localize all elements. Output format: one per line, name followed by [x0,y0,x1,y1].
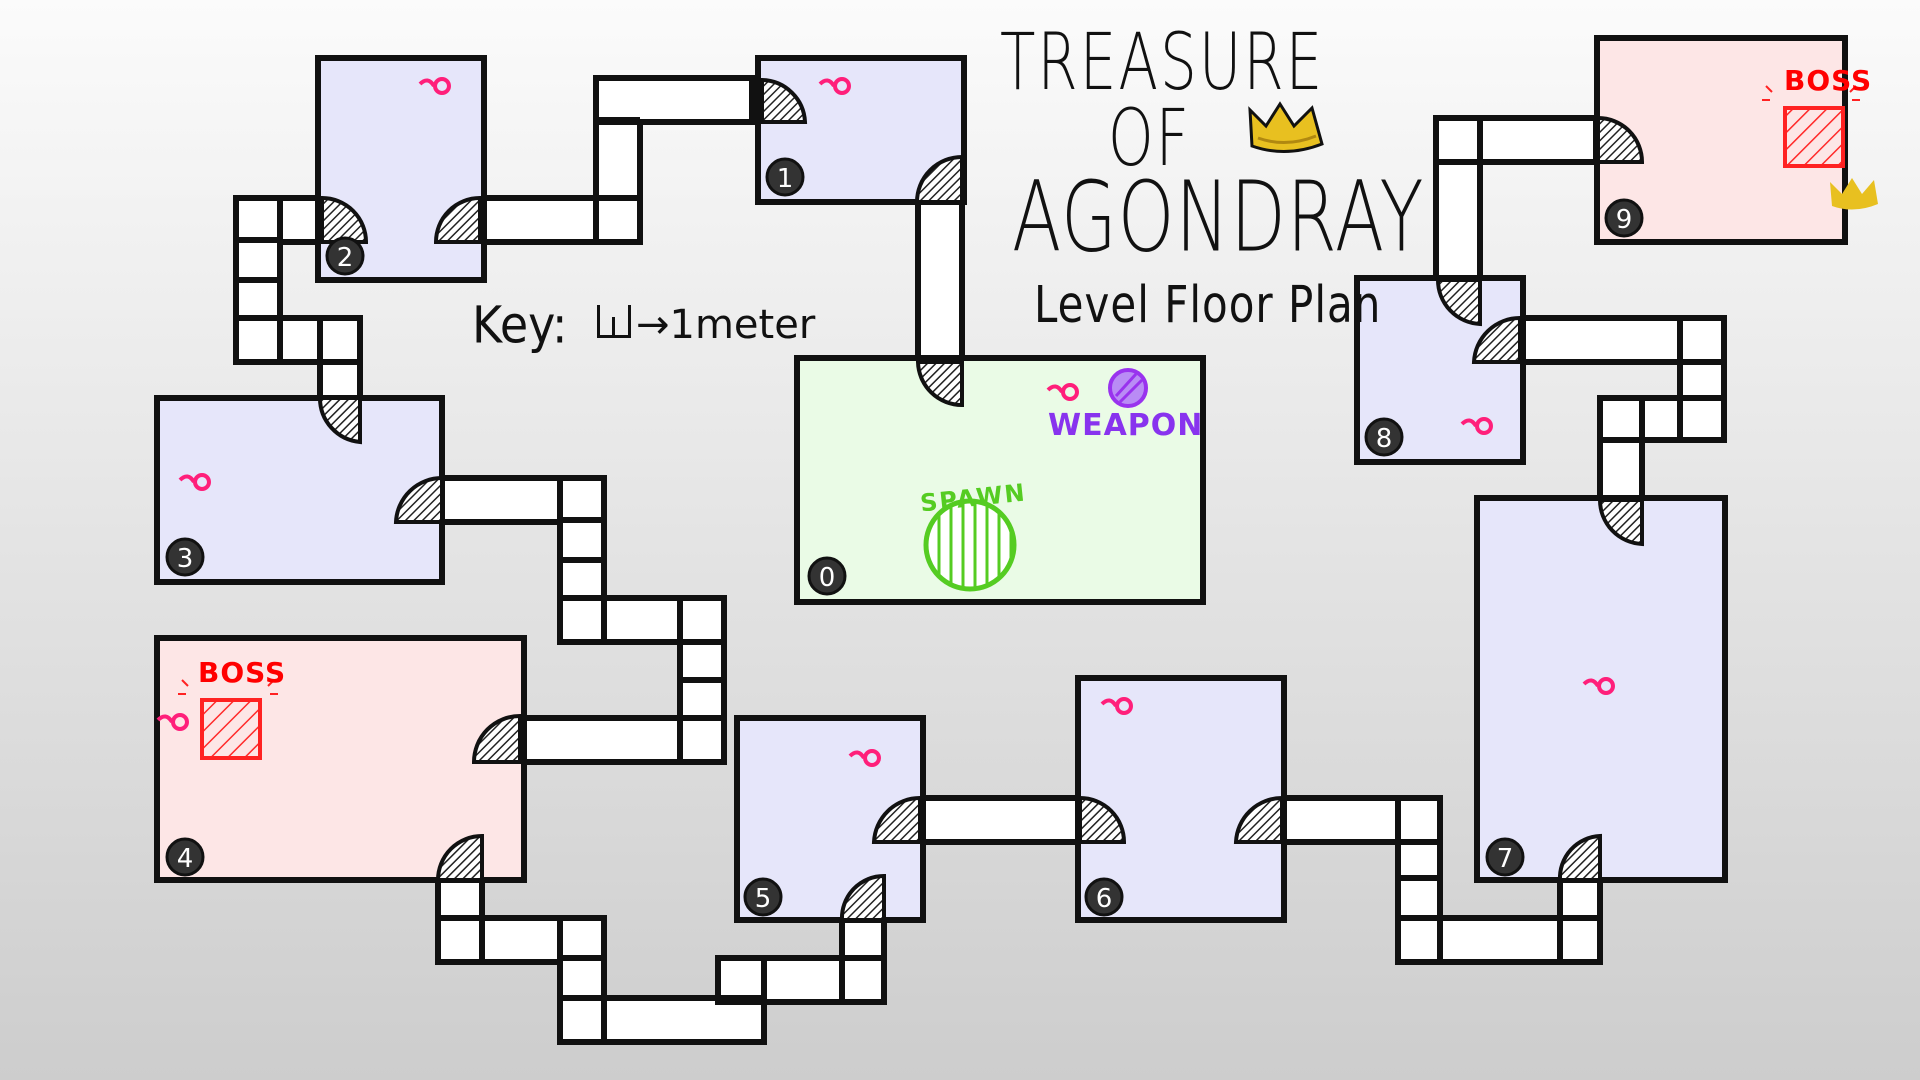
meter-tile-icon [597,305,631,338]
subtitle: Level Floor Plan [1034,275,1382,334]
room-0-weapon-label: WEAPON [1048,408,1204,443]
room-5-badge: 5 [743,877,783,917]
room-8-badge: 8 [1364,417,1404,457]
corridor-8-9 [1433,115,1599,285]
room-3-badge: 3 [165,537,205,577]
room-6-number: 6 [1096,884,1113,914]
rooms [154,35,1848,923]
room-0-number: 0 [819,563,836,593]
room-4-badge: 4 [165,837,205,877]
room-9-boss-label: BOSS [1784,64,1873,97]
corridor-1-0 [915,195,965,367]
key-value: →1meter [636,302,816,348]
key-label: Key: [472,295,568,355]
room-4-number: 4 [177,844,194,874]
room-1-badge: 1 [765,157,805,197]
corridor-2-1 [469,75,755,245]
room-5-number: 5 [755,884,772,914]
title-line-3: AGONDRAY [1012,160,1425,274]
dungeon-floor-plan: 0 1 2 3 4 5 6 7 8 9 TREASURE OF AGONDRAY… [0,0,1920,1080]
room-8-number: 8 [1376,424,1393,454]
room-9-badge: 9 [1604,198,1644,238]
room-4-boss-label: BOSS [198,656,287,689]
corridor-5-6 [913,795,1085,845]
room-2-badge: 2 [325,236,365,276]
room-0-badge: 0 [807,556,847,596]
room-2-number: 2 [337,243,354,273]
room-1-number: 1 [777,164,794,194]
room-7-badge: 7 [1485,837,1525,877]
weapon-orb-icon [1108,368,1148,408]
room-7-number: 7 [1497,844,1514,874]
corridor-7-8 [1513,315,1727,503]
room-6-badge: 6 [1084,877,1124,917]
floor-plan-canvas: 0 1 2 3 4 5 6 7 8 9 [154,35,1878,1045]
crown-icon [1248,101,1324,154]
room-9-number: 9 [1616,205,1633,235]
room-3-number: 3 [177,544,194,574]
